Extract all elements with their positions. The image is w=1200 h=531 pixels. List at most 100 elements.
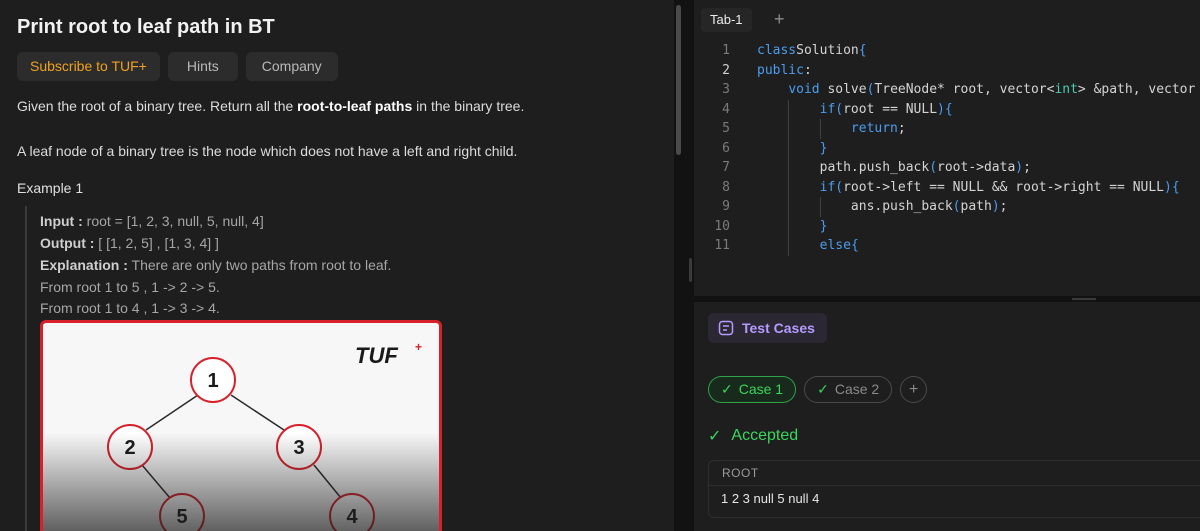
problem-description: Given the root of a binary tree. Return … <box>17 98 524 114</box>
code-line[interactable]: 7 path.push_back(root->data); <box>694 158 1200 178</box>
line-number: 5 <box>722 121 730 136</box>
line-number: 4 <box>722 101 730 117</box>
image-fade-overlay <box>43 433 439 531</box>
edge-1-3 <box>230 394 285 431</box>
case-1-label: Case 1 <box>738 381 784 397</box>
test-panel: Test Cases ✓ Case 1 ✓ Case 2 + ✓ Accepte… <box>694 302 1200 531</box>
edge-1-2 <box>145 394 199 431</box>
result-status: ✓ Accepted <box>708 426 798 446</box>
code-text: ans.push_back(path); <box>757 199 1008 214</box>
indent-guide <box>788 177 790 197</box>
test-cases-icon <box>718 320 734 336</box>
code-text: void solve(TreeNode* root, vector<int> &… <box>788 82 1196 97</box>
indent-guide <box>788 99 790 119</box>
example-explanation: Explanation : There are only two paths f… <box>40 257 391 273</box>
code-editor: Tab-1 + 1 classSolution{ 2 public: 3 void so… <box>694 0 1200 296</box>
root-label: ROOT <box>722 466 759 480</box>
explanation-key: Explanation : <box>40 257 128 273</box>
code-text: return; <box>850 121 906 136</box>
line-number: 9 <box>722 199 730 214</box>
tree-image: 1 2 3 5 4 TUF + <box>40 320 442 531</box>
code-line[interactable]: 9 ans.push_back(path); <box>694 197 1200 217</box>
leaf-definition: A leaf node of a binary tree is the node… <box>17 143 518 159</box>
code-text: classSolution{ <box>757 43 867 58</box>
code-line[interactable]: 10 } <box>694 217 1200 237</box>
example-title: Example 1 <box>17 180 84 196</box>
code-line[interactable]: 2 public: <box>694 61 1200 81</box>
case-2-label: Case 2 <box>834 381 880 397</box>
code-text: else{ <box>819 238 859 253</box>
indent-guide <box>788 119 790 139</box>
line-number: 11 <box>714 238 730 253</box>
desc-text-end: in the binary tree. <box>412 98 525 114</box>
check-icon: ✓ <box>708 428 722 445</box>
input-value: root = [1, 2, 3, null, 5, null, 4] <box>82 213 264 229</box>
example-output: Output : [ [1, 2, 5] , [1, 3, 4] ] <box>40 235 219 251</box>
root-field: ROOT 1 2 3 null 5 null 4 <box>708 460 1200 518</box>
status-text: Accepted <box>731 427 799 444</box>
indent-guide <box>788 236 790 256</box>
explanation-value: There are only two paths from root to le… <box>127 257 392 273</box>
add-case-button[interactable]: + <box>900 376 928 403</box>
add-tab-button[interactable]: + <box>774 8 785 30</box>
example-path-1: From root 1 to 5 , 1 -> 2 -> 5. <box>40 279 220 295</box>
field-divider <box>709 485 1200 486</box>
horizontal-resize-handle[interactable] <box>1072 298 1096 300</box>
code-line[interactable]: 4 if(root == NULL){ <box>694 100 1200 120</box>
subscribe-button[interactable]: Subscribe to TUF+ <box>17 52 160 81</box>
indent-guide <box>788 197 790 217</box>
logo-plus: + <box>415 340 422 354</box>
test-cases-button[interactable]: Test Cases <box>708 313 827 343</box>
test-cases-label: Test Cases <box>742 320 815 336</box>
hints-button[interactable]: Hints <box>167 52 238 81</box>
code-text: } <box>819 140 828 156</box>
company-button[interactable]: Company <box>245 52 338 81</box>
indent-guide <box>819 119 821 139</box>
indent-guide <box>788 216 790 236</box>
root-value: 1 2 3 null 5 null 4 <box>721 491 820 506</box>
line-number: 7 <box>722 160 730 175</box>
code-line[interactable]: 3 void solve(TreeNode* root, vector<int>… <box>694 80 1200 100</box>
problem-chips: Subscribe to TUF+ Hints Company <box>17 52 338 81</box>
problem-scrollbar[interactable] <box>676 5 681 155</box>
editor-tabbar: Tab-1 + <box>694 0 1200 38</box>
tab-1[interactable]: Tab-1 <box>701 8 752 32</box>
line-number: 3 <box>722 82 730 97</box>
code-line[interactable]: 1 classSolution{ <box>694 41 1200 61</box>
output-key: Output : <box>40 235 95 251</box>
output-value: [ [1, 2, 5] , [1, 3, 4] ] <box>94 235 219 251</box>
check-icon: ✓ <box>817 381 829 397</box>
code-text: if(root->left == NULL && root->right == … <box>819 179 1180 195</box>
node-label: 1 <box>207 370 218 392</box>
tuf-logo: TUF + <box>355 340 422 368</box>
resize-handle[interactable] <box>689 258 692 282</box>
problem-title: Print root to leaf path in BT <box>17 16 275 38</box>
example-path-2: From root 1 to 4 , 1 -> 3 -> 4. <box>40 300 220 316</box>
code-line[interactable]: 11 else{ <box>694 236 1200 256</box>
code-line[interactable]: 6 } <box>694 139 1200 159</box>
case-2-tab[interactable]: ✓ Case 2 <box>804 376 893 403</box>
case-tabs: ✓ Case 1 ✓ Case 2 + <box>708 376 928 403</box>
code-text: public: <box>757 62 812 78</box>
input-key: Input : <box>40 213 83 229</box>
line-number: 10 <box>714 218 730 234</box>
code-text: if(root == NULL){ <box>819 101 953 117</box>
code-line[interactable]: 8 if(root->left == NULL && root->right =… <box>694 178 1200 198</box>
case-1-tab[interactable]: ✓ Case 1 <box>708 376 797 403</box>
check-icon: ✓ <box>721 381 733 397</box>
indent-guide <box>788 138 790 158</box>
line-number: 2 <box>722 62 730 78</box>
problem-panel: Print root to leaf path in BT Subscribe … <box>0 0 674 531</box>
logo-text: TUF <box>355 343 398 368</box>
code-text: } <box>819 218 828 234</box>
code-text: path.push_back(root->data); <box>757 160 1031 175</box>
indent-guide <box>788 158 790 178</box>
code-area[interactable]: 1 classSolution{ 2 public: 3 void solve(Tree… <box>694 41 1200 256</box>
example-input: Input : root = [1, 2, 3, null, 5, null, … <box>40 213 264 229</box>
indent-guide <box>819 197 821 217</box>
desc-text: Given the root of a binary tree. Return … <box>17 98 298 114</box>
line-number: 8 <box>722 179 730 195</box>
desc-bold: root-to-leaf paths <box>297 98 413 114</box>
line-number: 1 <box>722 43 730 58</box>
code-line[interactable]: 5 return; <box>694 119 1200 139</box>
